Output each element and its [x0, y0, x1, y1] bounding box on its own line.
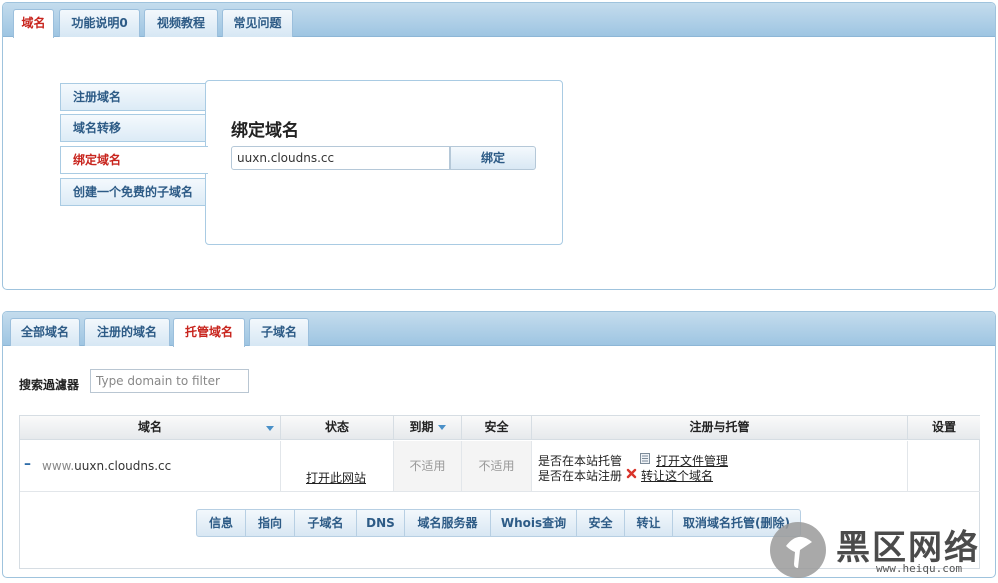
- side-item-free-subdomain[interactable]: 创建一个免费的子域名: [60, 178, 207, 206]
- delete-icon: [626, 468, 637, 482]
- sort-down-icon[interactable]: [437, 425, 446, 430]
- column-header-settings[interactable]: 设置: [908, 416, 980, 440]
- side-item-register-domain[interactable]: 注册域名: [60, 83, 207, 111]
- status-cell: 打开此网站: [281, 441, 394, 492]
- domain-panel: 域名 功能说明0 视频教程 常见问题 注册域名 域名转移 绑定域名 创建一个免费…: [2, 2, 996, 290]
- column-header-registration[interactable]: 注册与托管: [532, 416, 908, 440]
- file-manager-icon: [640, 453, 650, 467]
- bind-title: 绑定域名: [231, 121, 299, 141]
- column-header-security[interactable]: 安全: [462, 416, 532, 440]
- registration-cell: 是否在本站托管 打开文件管理 是否在本站注册 转让这个域名: [532, 441, 908, 492]
- tab-hosted-domains[interactable]: 托管域名: [173, 318, 245, 347]
- bottom-tabbar: 全部域名 注册的域名 托管域名 子域名: [3, 312, 995, 347]
- table-row: – www.uuxn.cloudns.cc: [20, 441, 281, 492]
- side-item-transfer-domain[interactable]: 域名转移: [60, 114, 207, 142]
- transfer-button[interactable]: 转让: [625, 509, 673, 537]
- bind-domain-input[interactable]: [231, 146, 450, 170]
- info-button[interactable]: 信息: [196, 509, 246, 537]
- side-item-bind-domain[interactable]: 绑定域名: [60, 146, 208, 174]
- domain-prefix: www.: [42, 459, 75, 473]
- tab-registered-domains[interactable]: 注册的域名: [84, 318, 170, 346]
- nameserver-button[interactable]: 域名服务器: [405, 509, 491, 537]
- subdomain-button[interactable]: 子域名: [295, 509, 357, 537]
- column-header-domain-label: 域名: [137, 420, 162, 434]
- tab-faq[interactable]: 常见问题: [222, 9, 293, 37]
- tab-all-domains[interactable]: 全部域名: [10, 318, 80, 346]
- transfer-domain-link[interactable]: 转让这个域名: [641, 467, 713, 484]
- dns-button[interactable]: DNS: [357, 509, 405, 537]
- bind-button[interactable]: 绑定: [450, 146, 536, 170]
- filter-input[interactable]: [90, 369, 249, 393]
- tab-video-tutorial[interactable]: 视频教程: [144, 9, 218, 37]
- open-site-link[interactable]: 打开此网站: [306, 469, 366, 486]
- watermark-url: www.heiqu.com: [876, 562, 963, 575]
- domain-label: uuxn.cloudns.cc: [74, 459, 172, 473]
- tab-feature-notes[interactable]: 功能说明0: [59, 9, 140, 37]
- domain-name: www.uuxn.cloudns.cc: [42, 459, 171, 473]
- security-cell: 不适用: [462, 441, 532, 492]
- column-header-expiry[interactable]: 到期: [394, 416, 462, 440]
- expiry-cell: 不适用: [394, 441, 462, 492]
- tab-subdomains[interactable]: 子域名: [249, 318, 309, 346]
- filter-label: 搜索過濾器: [19, 378, 80, 392]
- watermark: 黑区网络 www.heiqu.com: [768, 516, 998, 580]
- registered-label: 是否在本站注册: [538, 469, 623, 483]
- settings-cell: [908, 441, 980, 492]
- collapse-icon[interactable]: –: [24, 456, 31, 472]
- column-header-expiry-label: 到期: [409, 420, 434, 434]
- whois-button[interactable]: Whois查询: [491, 509, 577, 537]
- column-header-status[interactable]: 状态: [281, 416, 394, 440]
- point-to-button[interactable]: 指向: [246, 509, 295, 537]
- action-bar: 信息 指向 子域名 DNS 域名服务器 Whois查询 安全 转让 取消域名托管…: [196, 509, 801, 537]
- sort-down-icon[interactable]: [266, 426, 274, 431]
- column-header-domain[interactable]: 域名: [20, 416, 281, 440]
- bind-domain-box: 绑定域名 绑定: [205, 80, 563, 245]
- security-button[interactable]: 安全: [577, 509, 625, 537]
- top-tabbar: 域名 功能说明0 视频教程 常见问题: [3, 3, 995, 38]
- tab-domain[interactable]: 域名: [13, 9, 54, 38]
